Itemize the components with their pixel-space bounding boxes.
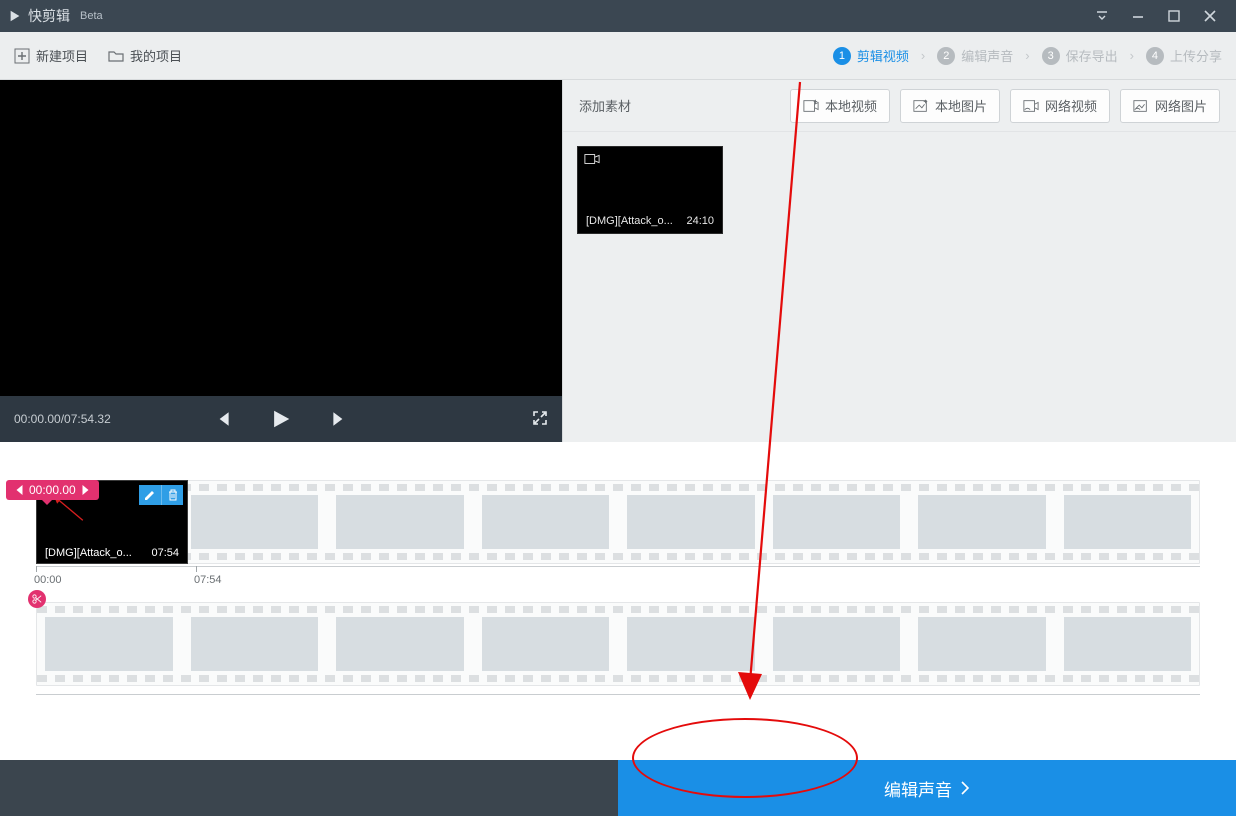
beta-tag: Beta [80, 10, 103, 22]
skip-next-icon [330, 410, 348, 428]
audio-track[interactable] [36, 602, 1200, 686]
step-number: 2 [937, 47, 955, 65]
clip-duration: 24:10 [686, 215, 714, 227]
assets-list: [DMG][Attack_o... 24:10 [563, 132, 1236, 248]
step-label: 编辑声音 [961, 46, 1013, 65]
playhead-tag[interactable]: 00:00.00 [6, 480, 99, 500]
dropdown-button[interactable] [1084, 0, 1120, 32]
play-button[interactable] [270, 408, 292, 430]
web-image-icon [1133, 99, 1149, 113]
chevron-right-icon: › [1025, 48, 1029, 63]
timeline-area: 00:00.00 [0, 442, 1236, 760]
chevron-right-icon: › [921, 48, 925, 63]
footer-bar: 编辑声音 [0, 760, 1236, 816]
step-clip-video[interactable]: 1 剪辑视频 [833, 46, 909, 65]
toolbar: 新建项目 我的项目 1 剪辑视频 › 2 编辑声音 › 3 保存导出 › 4 上… [0, 32, 1236, 80]
scissor-marker[interactable] [28, 590, 46, 608]
edit-audio-button[interactable]: 编辑声音 [618, 760, 1236, 816]
footer-left [0, 760, 618, 816]
titlebar: 快剪辑 Beta [0, 0, 1236, 32]
clip-thumbnail [578, 147, 722, 209]
triangle-left-icon [16, 485, 23, 495]
step-edit-audio[interactable]: 2 编辑声音 [937, 46, 1013, 65]
chevron-right-icon [960, 781, 970, 795]
button-label: 本地图片 [935, 96, 987, 115]
asset-clip[interactable]: [DMG][Attack_o... 24:10 [577, 146, 723, 234]
next-button[interactable] [330, 410, 348, 428]
preview-time: 00:00.00/07:54.32 [14, 412, 111, 426]
web-video-icon [1023, 99, 1039, 113]
fullscreen-icon [532, 410, 548, 426]
maximize-icon [1167, 9, 1181, 23]
close-button[interactable] [1192, 0, 1228, 32]
step-number: 1 [833, 47, 851, 65]
button-label: 网络视频 [1045, 96, 1097, 115]
step-label: 剪辑视频 [857, 46, 909, 65]
fullscreen-button[interactable] [532, 410, 548, 429]
pencil-icon [144, 489, 156, 501]
video-preview: 00:00.00/07:54.32 [0, 80, 562, 442]
app-name: 快剪辑 [28, 6, 70, 26]
assets-panel: 添加素材 本地视频 本地图片 网络视频 网络图片 [562, 80, 1236, 442]
clip-edit-button[interactable] [139, 485, 161, 505]
my-projects-label: 我的项目 [130, 46, 182, 65]
minimize-button[interactable] [1120, 0, 1156, 32]
step-label: 保存导出 [1066, 46, 1118, 65]
camera-icon [584, 153, 600, 165]
step-number: 4 [1146, 47, 1164, 65]
step-number: 3 [1042, 47, 1060, 65]
tick-label: 07:54 [194, 574, 222, 586]
button-label: 本地视频 [825, 96, 877, 115]
workflow-steps: 1 剪辑视频 › 2 编辑声音 › 3 保存导出 › 4 上传分享 [833, 46, 1222, 65]
time-ruler[interactable]: 00:00 07:54 [36, 566, 1200, 584]
clip-name: [DMG][Attack_o... [586, 215, 673, 227]
local-image-button[interactable]: 本地图片 [900, 89, 1000, 123]
assets-title: 添加素材 [579, 96, 780, 115]
new-project-button[interactable]: 新建项目 [14, 46, 88, 65]
online-image-button[interactable]: 网络图片 [1120, 89, 1220, 123]
timeline-clip-duration: 07:54 [151, 547, 179, 559]
my-projects-button[interactable]: 我的项目 [108, 46, 182, 65]
plus-square-icon [14, 48, 30, 64]
play-icon [8, 9, 22, 23]
dropdown-icon [1095, 9, 1109, 23]
image-add-icon [913, 99, 929, 113]
timeline-clip-name: [DMG][Attack_o... [45, 547, 132, 559]
track-baseline [36, 694, 1200, 698]
edit-audio-label: 编辑声音 [884, 776, 952, 801]
scissor-icon [32, 594, 42, 604]
play-icon [270, 408, 292, 430]
step-upload-share[interactable]: 4 上传分享 [1146, 46, 1222, 65]
chevron-right-icon: › [1130, 48, 1134, 63]
button-label: 网络图片 [1155, 96, 1207, 115]
tick-label: 00:00 [34, 574, 62, 586]
preview-controls: 00:00.00/07:54.32 [0, 396, 562, 442]
video-track[interactable]: [DMG][Attack_o... 07:54 [36, 480, 1200, 564]
workarea: 00:00.00/07:54.32 添加素材 本地视频 本地图片 [0, 80, 1236, 442]
video-add-icon [803, 99, 819, 113]
close-icon [1203, 9, 1217, 23]
clip-delete-button[interactable] [161, 485, 183, 505]
trash-icon [167, 489, 179, 501]
online-video-button[interactable]: 网络视频 [1010, 89, 1110, 123]
prev-button[interactable] [214, 410, 232, 428]
local-video-button[interactable]: 本地视频 [790, 89, 890, 123]
new-project-label: 新建项目 [36, 46, 88, 65]
maximize-button[interactable] [1156, 0, 1192, 32]
skip-prev-icon [214, 410, 232, 428]
app-logo: 快剪辑 Beta [8, 6, 103, 26]
step-label: 上传分享 [1170, 46, 1222, 65]
step-save-export[interactable]: 3 保存导出 [1042, 46, 1118, 65]
playhead-time: 00:00.00 [29, 483, 76, 497]
folder-icon [108, 48, 124, 64]
assets-header: 添加素材 本地视频 本地图片 网络视频 网络图片 [563, 80, 1236, 132]
triangle-right-icon [82, 485, 89, 495]
minimize-icon [1131, 9, 1145, 23]
